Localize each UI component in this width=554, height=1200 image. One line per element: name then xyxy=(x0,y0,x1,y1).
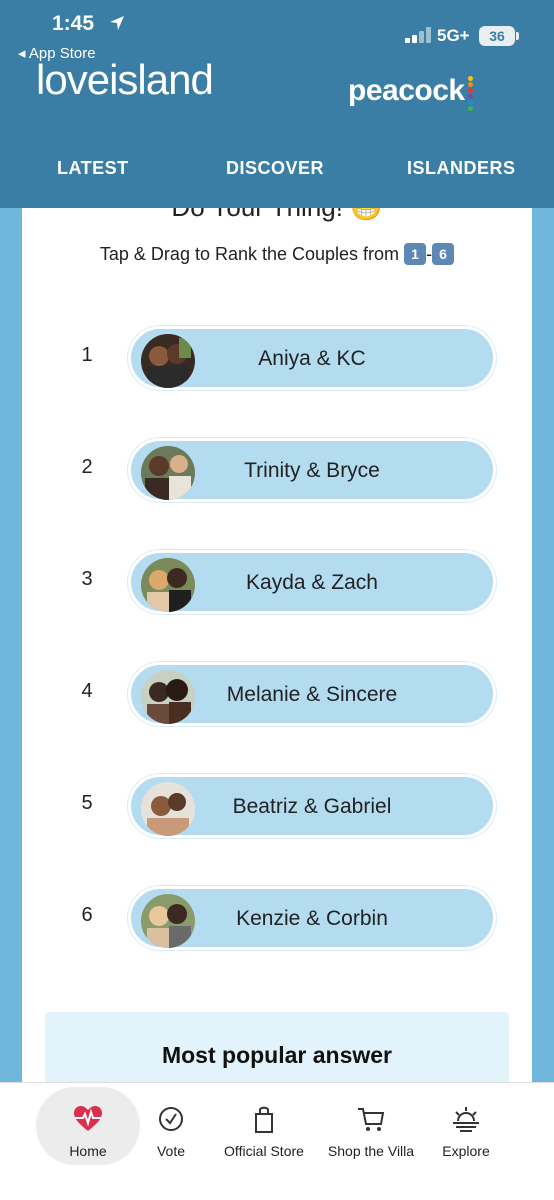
most-popular-heading: Most popular answer xyxy=(161,1042,393,1068)
keycap-one-icon: 1 xyxy=(404,242,427,265)
app-header: 1:45 ◂ App Store 5G+ 36 loveisland peaco… xyxy=(0,0,554,208)
rank-row: 6 Kenzie & Corbin xyxy=(22,886,532,950)
battery-nub xyxy=(516,32,519,40)
couple-name: Kenzie & Corbin xyxy=(236,907,388,930)
tab-shop-the-villa[interactable]: Shop the Villa xyxy=(325,1087,417,1165)
rank-number: 1 xyxy=(81,344,93,366)
couple-drag-item[interactable]: Kenzie & Corbin xyxy=(128,886,496,950)
couple-drag-item[interactable]: Beatriz & Gabriel xyxy=(128,774,496,838)
tab-home[interactable]: Home xyxy=(36,1087,140,1165)
battery-icon: 36 xyxy=(479,26,515,46)
content-area: Do Your Thing! 😁 Tap & Drag to Rank the … xyxy=(0,208,554,1082)
tab-islanders[interactable]: ISLANDERS xyxy=(407,158,516,179)
rank-row: 4 Melanie & Sincere xyxy=(22,662,532,726)
signal-icon xyxy=(405,27,435,43)
tab-vote[interactable]: Vote xyxy=(145,1087,197,1165)
tab-explore-label: Explore xyxy=(442,1143,490,1159)
top-nav: LATEST DISCOVER ISLANDERS xyxy=(0,150,554,190)
shopping-cart-icon xyxy=(358,1108,385,1131)
couple-drag-item[interactable]: Trinity & Bryce xyxy=(128,438,496,502)
peacock-logo[interactable]: peacock xyxy=(348,74,465,108)
tab-discover[interactable]: DISCOVER xyxy=(226,158,324,179)
couple-name: Beatriz & Gabriel xyxy=(232,795,392,818)
rank-row: 3 Kayda & Zach xyxy=(22,550,532,614)
logo-love-text: love xyxy=(36,56,110,103)
poll-subtitle: Tap & Drag to Rank the Couples from 1-6 xyxy=(22,242,532,265)
check-circle-icon xyxy=(159,1107,183,1131)
couple-name: Kayda & Zach xyxy=(246,571,378,594)
poll-card: Do Your Thing! 😁 Tap & Drag to Rank the … xyxy=(22,208,532,1082)
heartbeat-icon xyxy=(74,1106,102,1131)
couple-name: Aniya & KC xyxy=(258,347,366,370)
bottom-tab-bar: Home Vote Official Store Shop the Villa xyxy=(0,1082,554,1200)
rank-number: 4 xyxy=(81,680,93,702)
couple-drag-item[interactable]: Aniya & KC xyxy=(128,326,496,390)
couple-drag-item[interactable]: Melanie & Sincere xyxy=(128,662,496,726)
tab-latest[interactable]: LATEST xyxy=(57,158,129,179)
keycap-six-icon: 6 xyxy=(432,242,455,265)
tab-vote-label: Vote xyxy=(156,1143,186,1159)
tab-official-store[interactable]: Official Store xyxy=(218,1087,310,1165)
rank-row: 5 Beatriz & Gabriel xyxy=(22,774,532,838)
status-time: 1:45 xyxy=(52,12,95,35)
tab-shop-the-villa-label: Shop the Villa xyxy=(327,1143,415,1159)
rank-number: 5 xyxy=(81,792,93,814)
sunset-icon xyxy=(453,1107,479,1132)
tab-official-store-label: Official Store xyxy=(224,1143,304,1159)
subtitle-text: Tap & Drag to Rank the Couples from xyxy=(99,244,400,264)
rank-number: 6 xyxy=(81,904,93,926)
status-bar: 1:45 ◂ App Store 5G+ 36 xyxy=(0,0,554,62)
most-popular-answer-panel: Most popular answer xyxy=(45,1012,509,1082)
logo-island-text: island xyxy=(109,56,214,103)
couple-drag-item[interactable]: Kayda & Zach xyxy=(128,550,496,614)
poll-title: Do Your Thing! 😁 xyxy=(22,208,532,223)
shopping-bag-icon xyxy=(255,1106,273,1133)
couple-name: Melanie & Sincere xyxy=(226,683,398,706)
couple-name: Trinity & Bryce xyxy=(244,459,380,482)
rank-row: 1 Aniya & KC xyxy=(22,326,532,390)
network-type: 5G+ xyxy=(437,26,470,45)
tab-home-label: Home xyxy=(69,1143,107,1159)
rank-row: 2 Trinity & Bryce xyxy=(22,438,532,502)
tab-explore[interactable]: Explore xyxy=(436,1087,496,1165)
rank-number: 2 xyxy=(81,456,93,478)
location-arrow-icon xyxy=(110,16,124,30)
rank-number: 3 xyxy=(81,568,93,590)
love-island-logo[interactable]: loveisland xyxy=(36,56,214,104)
peacock-dots-icon xyxy=(468,76,474,111)
